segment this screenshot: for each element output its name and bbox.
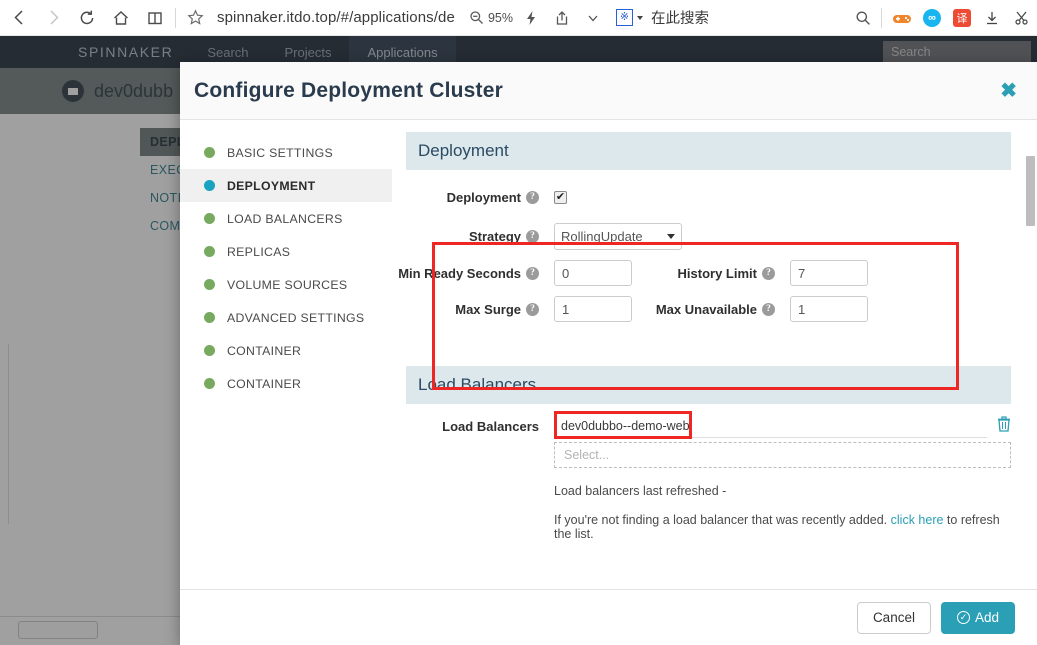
- modal-footer: Cancel ✓ Add: [180, 589, 1037, 645]
- sidebar-item-load-balancers[interactable]: LOAD BALANCERS: [180, 202, 392, 235]
- sidebar-item-volume-sources[interactable]: VOLUME SOURCES: [180, 268, 392, 301]
- sidebar-item-label: LOAD BALANCERS: [227, 211, 343, 226]
- deployment-section-heading: Deployment: [406, 132, 1011, 170]
- sidebar-item-label: ADVANCED SETTINGS: [227, 310, 365, 325]
- load-balancer-highlight-box: [554, 411, 692, 439]
- toolbar-divider: [175, 7, 176, 28]
- home-icon[interactable]: [106, 3, 136, 33]
- chevron-down-icon[interactable]: [580, 5, 606, 31]
- load-balancers-form: Load Balancers dev0dubbo--demo-web Selec…: [406, 411, 1011, 541]
- sidebar-item-label: BASIC SETTINGS: [227, 145, 334, 160]
- infinity-extension-icon[interactable]: ∞: [917, 5, 947, 31]
- refresh-hint-prefix: If you're not finding a load balancer th…: [554, 513, 888, 527]
- magnifier-minus-icon: [470, 11, 483, 24]
- check-circle-icon: ✓: [956, 611, 970, 624]
- status-dot-icon: [204, 279, 215, 290]
- book-icon[interactable]: [140, 3, 170, 33]
- deployment-highlight-box: [432, 242, 959, 390]
- scissors-icon[interactable]: [1007, 5, 1037, 31]
- scrollbar-thumb[interactable]: [1026, 156, 1035, 226]
- back-arrow-icon[interactable]: [4, 3, 34, 33]
- translate-extension-icon[interactable]: 译: [947, 5, 977, 31]
- sidebar-item-deployment[interactable]: DEPLOYMENT: [180, 169, 392, 202]
- load-balancer-value-wrap: dev0dubbo--demo-web: [554, 411, 987, 439]
- download-icon[interactable]: [977, 5, 1007, 31]
- deployment-form: Deployment ? ✔ Strategy ? RollingUpdate …: [398, 180, 1011, 390]
- add-button[interactable]: ✓ Add: [940, 601, 1015, 634]
- star-icon[interactable]: [181, 4, 209, 32]
- load-balancers-fields: dev0dubbo--demo-web Select... Load balan…: [546, 411, 1011, 541]
- help-icon[interactable]: ?: [526, 191, 539, 204]
- status-dot-icon: [204, 312, 215, 323]
- wizard-navigation: BASIC SETTINGS DEPLOYMENT LOAD BALANCERS…: [180, 120, 392, 589]
- baidu-paw-icon: ※: [615, 9, 633, 26]
- load-balancer-select[interactable]: Select...: [554, 442, 1011, 468]
- share-icon[interactable]: [549, 5, 575, 31]
- modal-header: Configure Deployment Cluster ✖: [180, 62, 1037, 120]
- status-dot-icon: [204, 345, 215, 356]
- configure-deployment-cluster-modal: Configure Deployment Cluster ✖ BASIC SET…: [180, 62, 1037, 645]
- search-engine-selector[interactable]: ※ 在此搜索: [615, 7, 709, 28]
- sidebar-item-replicas[interactable]: REPLICAS: [180, 235, 392, 268]
- address-bar[interactable]: spinnaker.itdo.top/#/applications/de: [217, 9, 455, 26]
- sidebar-item-container-1[interactable]: CONTAINER: [180, 334, 392, 367]
- sidebar-item-label: CONTAINER: [227, 376, 302, 391]
- deployment-checkbox-cell: ✔: [546, 191, 567, 204]
- status-dot-icon: [204, 147, 215, 158]
- search-engine-caret-icon[interactable]: [636, 15, 643, 20]
- cancel-button[interactable]: Cancel: [856, 601, 931, 634]
- modal-body: BASIC SETTINGS DEPLOYMENT LOAD BALANCERS…: [180, 120, 1037, 589]
- deployment-label: Deployment ?: [406, 190, 546, 205]
- sidebar-item-container-2[interactable]: CONTAINER: [180, 367, 392, 400]
- sidebar-item-advanced-settings[interactable]: ADVANCED SETTINGS: [180, 301, 392, 334]
- refresh-hint: If you're not finding a load balancer th…: [554, 513, 1011, 541]
- status-dot-icon: [204, 246, 215, 257]
- zoom-level-label: 95%: [487, 10, 513, 25]
- browser-toolbar: spinnaker.itdo.top/#/applications/de 95%…: [0, 0, 1037, 36]
- zoom-indicator[interactable]: 95%: [469, 10, 513, 25]
- forward-arrow-icon[interactable]: [38, 3, 68, 33]
- trash-icon[interactable]: [997, 416, 1011, 436]
- deployment-checkbox[interactable]: ✔: [554, 191, 567, 204]
- sidebar-item-label: CONTAINER: [227, 343, 302, 358]
- add-button-label: Add: [974, 610, 999, 625]
- search-icon[interactable]: [850, 5, 876, 31]
- close-icon[interactable]: ✖: [996, 79, 1021, 103]
- toolbar-divider-2: [881, 7, 882, 28]
- gamepad-extension-icon[interactable]: [887, 5, 917, 31]
- lightning-icon[interactable]: [518, 5, 544, 31]
- deployment-label-text: Deployment: [446, 190, 521, 205]
- status-dot-icon: [204, 378, 215, 389]
- modal-title: Configure Deployment Cluster: [194, 78, 503, 102]
- sidebar-item-label: DEPLOYMENT: [227, 178, 316, 193]
- chevron-down-icon: [667, 234, 675, 239]
- sidebar-item-basic-settings[interactable]: BASIC SETTINGS: [180, 136, 392, 169]
- toolbar-search-input[interactable]: 在此搜索: [651, 7, 709, 28]
- refresh-link[interactable]: click here: [891, 513, 944, 527]
- load-balancer-entry-row: dev0dubbo--demo-web: [554, 411, 1011, 439]
- sidebar-item-label: VOLUME SOURCES: [227, 277, 348, 292]
- last-refreshed-note: Load balancers last refreshed -: [554, 484, 727, 498]
- deployment-enabled-row: Deployment ? ✔: [406, 190, 1011, 205]
- modal-scrollbar[interactable]: [1026, 120, 1035, 589]
- sidebar-item-label: REPLICAS: [227, 244, 291, 259]
- status-dot-icon: [204, 180, 215, 191]
- wizard-content: Deployment Deployment ? ✔ Strategy ? Rol…: [392, 120, 1037, 589]
- screen: spinnaker.itdo.top/#/applications/de 95%…: [0, 0, 1037, 645]
- load-balancers-label: Load Balancers: [442, 419, 539, 434]
- status-dot-icon: [204, 213, 215, 224]
- reload-icon[interactable]: [72, 3, 102, 33]
